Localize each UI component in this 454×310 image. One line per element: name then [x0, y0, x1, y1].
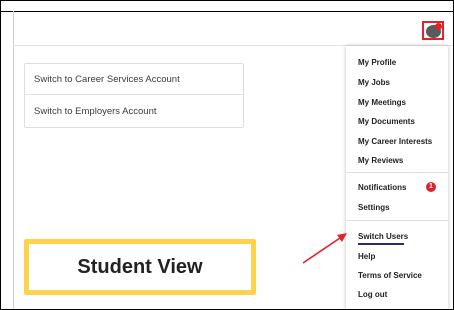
app-frame: Switch to Career Services Account Switch…: [0, 0, 454, 310]
student-view-callout: Student View: [24, 239, 256, 295]
student-view-label: Student View: [29, 244, 251, 290]
